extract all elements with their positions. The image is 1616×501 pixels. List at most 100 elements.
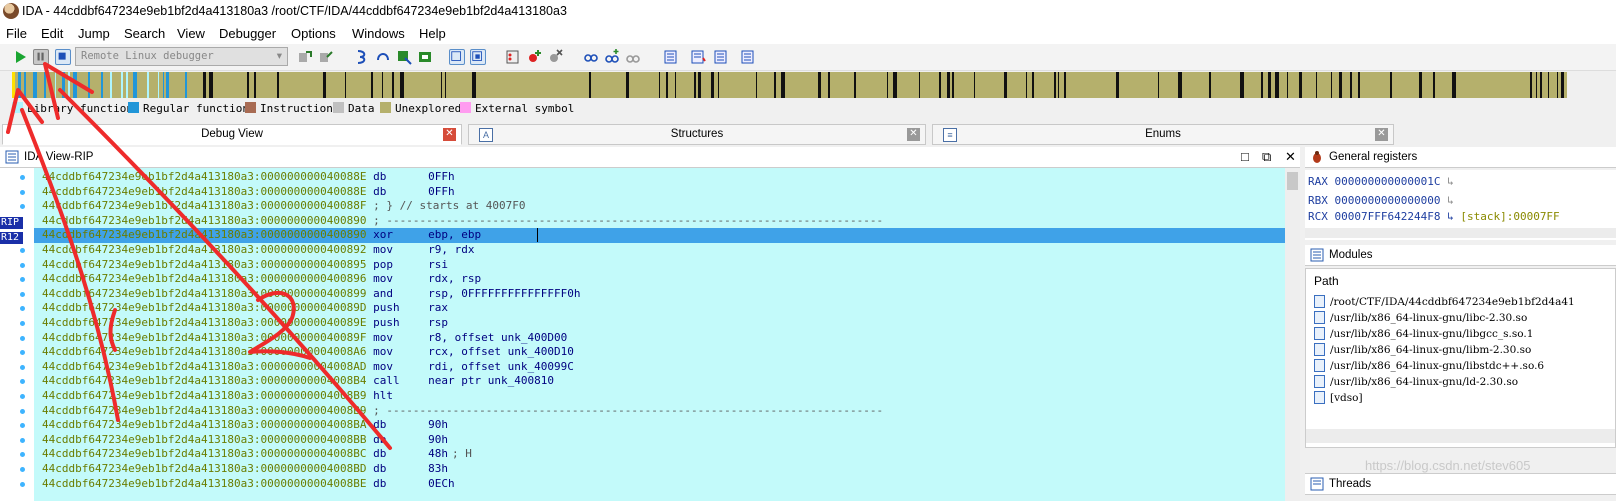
pause-process-icon[interactable] bbox=[33, 49, 49, 65]
breakpoint-dot[interactable] bbox=[20, 175, 25, 180]
disasm-line[interactable]: 44cddbf647234e9eb1bf2d4a413180a3:0000000… bbox=[42, 185, 459, 200]
breakpoint-dot[interactable] bbox=[20, 394, 25, 399]
module-item[interactable]: /usr/lib/x86_64-linux-gnu/libgcc_s.so.1 bbox=[1314, 327, 1533, 340]
watch-view-icon[interactable] bbox=[583, 49, 599, 65]
menu-debugger[interactable]: Debugger bbox=[219, 26, 276, 41]
disasm-line[interactable]: 44cddbf647234e9eb1bf2d4a413180a3:0000000… bbox=[42, 272, 485, 287]
close-icon[interactable]: ✕ bbox=[1285, 149, 1296, 165]
trace-options-icon[interactable] bbox=[740, 49, 756, 65]
delete-watch-icon[interactable] bbox=[625, 49, 641, 65]
disasm-line[interactable]: 44cddbf647234e9eb1bf2d4a413180a3:0000000… bbox=[42, 404, 883, 419]
new-view-icon[interactable] bbox=[470, 49, 486, 65]
add-watch-icon[interactable] bbox=[604, 49, 620, 65]
module-item[interactable]: /root/CTF/IDA/44cddbf647234e9eb1bf2d4a41 bbox=[1314, 295, 1575, 308]
module-item[interactable]: /usr/lib/x86_64-linux-gnu/libm-2.30.so bbox=[1314, 343, 1531, 356]
scrollbar-thumb[interactable] bbox=[1287, 172, 1298, 190]
disasm-line[interactable]: 44cddbf647234e9eb1bf2d4a413180a3:0000000… bbox=[42, 433, 452, 448]
breakpoint-dot[interactable] bbox=[20, 437, 25, 443]
breakpoint-dot[interactable] bbox=[20, 335, 25, 341]
breakpoint-dot[interactable] bbox=[20, 262, 25, 268]
register-rax[interactable]: RAX 000000000000001C ↳ bbox=[1308, 175, 1454, 188]
disasm-line[interactable]: 44cddbf647234e9eb1bf2d4a413180a3:0000000… bbox=[42, 301, 452, 316]
module-item[interactable]: [vdso] bbox=[1314, 391, 1363, 404]
disasm-line[interactable]: 44cddbf647234e9eb1bf2d4a413180a3:0000000… bbox=[42, 199, 525, 214]
close-icon[interactable]: ✕ bbox=[907, 128, 920, 141]
menu-view[interactable]: View bbox=[177, 26, 205, 41]
breakpoint-dot[interactable] bbox=[20, 481, 25, 487]
disasm-line[interactable]: 44cddbf647234e9eb1bf2d4a413180a3:0000000… bbox=[42, 316, 452, 331]
breakpoint-dot[interactable] bbox=[20, 277, 25, 283]
menu-windows[interactable]: Windows bbox=[352, 26, 405, 41]
close-icon[interactable]: ✕ bbox=[1375, 128, 1388, 141]
navigation-band[interactable] bbox=[12, 72, 1567, 98]
function-trace-icon[interactable] bbox=[713, 49, 729, 65]
menu-options[interactable]: Options bbox=[291, 26, 336, 41]
run-until-return-icon[interactable] bbox=[417, 49, 433, 65]
tab-structures[interactable]: A Structures ✕ bbox=[468, 124, 926, 145]
delete-breakpoint-icon[interactable] bbox=[547, 49, 563, 65]
close-icon[interactable]: ✕ bbox=[443, 128, 456, 141]
disasm-line[interactable]: 44cddbf647234e9eb1bf2d4a413180a3:0000000… bbox=[42, 170, 459, 185]
breakpoint-dot[interactable] bbox=[20, 364, 25, 370]
module-item[interactable]: /usr/lib/x86_64-linux-gnu/libstdc++.so.6 bbox=[1314, 359, 1544, 372]
breakpoint-dot[interactable] bbox=[20, 408, 25, 414]
float-icon[interactable]: ⧉ bbox=[1262, 149, 1271, 165]
disasm-line[interactable]: 44cddbf647234e9eb1bf2d4a413180a3:0000000… bbox=[42, 287, 584, 302]
disasm-line[interactable]: 44cddbf647234e9eb1bf2d4a413180a3:0000000… bbox=[42, 214, 883, 229]
vertical-scrollbar[interactable] bbox=[1285, 168, 1300, 501]
tab-enums[interactable]: ≡ Enums ✕ bbox=[932, 124, 1394, 145]
menu-jump[interactable]: Jump bbox=[78, 26, 110, 41]
show-ip-icon[interactable] bbox=[449, 49, 465, 65]
breakpoint-dot[interactable] bbox=[20, 189, 25, 195]
navigation-cursor[interactable] bbox=[12, 72, 15, 98]
disasm-line[interactable]: 44cddbf647234e9eb1bf2d4a413180a3:0000000… bbox=[42, 345, 578, 360]
disasm-line[interactable]: 44cddbf647234e9eb1bf2d4a413180a3:0000000… bbox=[42, 331, 571, 346]
breakpoint-dot[interactable] bbox=[20, 423, 25, 429]
horizontal-scrollbar[interactable] bbox=[1306, 429, 1615, 443]
trace-icon[interactable] bbox=[663, 49, 679, 65]
jump-arrow-icon[interactable]: ↳ bbox=[1447, 194, 1454, 207]
horizontal-scrollbar[interactable] bbox=[1305, 228, 1616, 238]
disasm-line[interactable]: 44cddbf647234e9eb1bf2d4a413180a3:0000000… bbox=[42, 447, 472, 462]
disasm-line[interactable]: 44cddbf647234e9eb1bf2d4a413180a3:0000000… bbox=[42, 389, 393, 404]
run-to-cursor-icon[interactable] bbox=[396, 49, 412, 65]
breakpoint-dot[interactable] bbox=[20, 321, 25, 326]
restore-icon[interactable]: □ bbox=[1241, 149, 1249, 164]
tab-debug-view[interactable]: Debug View ✕ bbox=[2, 124, 462, 145]
breakpoint-list-icon[interactable] bbox=[505, 49, 521, 65]
disassembly-listing[interactable]: 44cddbf647234e9eb1bf2d4a413180a3:0000000… bbox=[34, 168, 1285, 501]
breakpoint-dot[interactable] bbox=[20, 467, 25, 472]
step-over-icon[interactable] bbox=[375, 49, 391, 65]
menu-help[interactable]: Help bbox=[419, 26, 446, 41]
menu-edit[interactable]: Edit bbox=[41, 26, 63, 41]
breakpoint-dot[interactable] bbox=[20, 452, 25, 458]
disasm-line[interactable]: 44cddbf647234e9eb1bf2d4a413180a3:0000000… bbox=[42, 374, 558, 389]
disasm-line[interactable]: 44cddbf647234e9eb1bf2d4a413180a3:0000000… bbox=[42, 258, 452, 273]
breakpoint-dot[interactable] bbox=[20, 291, 25, 297]
jump-arrow-icon[interactable]: ↳ bbox=[1447, 210, 1454, 223]
register-rcx[interactable]: RCX 00007FFF642244F8 ↳ [stack]:00007FF bbox=[1308, 210, 1560, 223]
instruction-trace-icon[interactable] bbox=[690, 49, 706, 65]
breakpoint-dot[interactable] bbox=[20, 204, 25, 210]
debugger-select[interactable]: Remote Linux debugger ▾ bbox=[75, 47, 288, 66]
disasm-line[interactable]: 44cddbf647234e9eb1bf2d4a413180a3:0000000… bbox=[42, 477, 459, 492]
add-breakpoint-icon[interactable] bbox=[526, 49, 542, 65]
attach-process-icon[interactable] bbox=[297, 49, 313, 65]
breakpoint-dot[interactable] bbox=[20, 379, 25, 385]
disasm-line[interactable]: 44cddbf647234e9eb1bf2d4a413180a3:0000000… bbox=[42, 243, 479, 258]
module-item[interactable]: /usr/lib/x86_64-linux-gnu/ld-2.30.so bbox=[1314, 375, 1518, 388]
breakpoint-dot[interactable] bbox=[20, 306, 25, 312]
start-process-icon[interactable] bbox=[12, 49, 28, 65]
breakpoint-dot[interactable] bbox=[20, 350, 25, 356]
path-column-header[interactable]: Path bbox=[1314, 274, 1339, 288]
disasm-line[interactable]: 44cddbf647234e9eb1bf2d4a413180a3:0000000… bbox=[42, 418, 452, 433]
jump-arrow-icon[interactable]: ↳ bbox=[1447, 175, 1454, 188]
disasm-line[interactable]: 44cddbf647234e9eb1bf2d4a413180a3:0000000… bbox=[42, 360, 578, 375]
step-into-icon[interactable] bbox=[354, 49, 370, 65]
disasm-line[interactable]: 44cddbf647234e9eb1bf2d4a413180a3:0000000… bbox=[42, 228, 538, 243]
terminate-process-icon[interactable] bbox=[55, 49, 71, 65]
menu-file[interactable]: File bbox=[6, 26, 27, 41]
detach-process-icon[interactable] bbox=[318, 49, 334, 65]
disasm-line[interactable]: 44cddbf647234e9eb1bf2d4a413180a3:0000000… bbox=[42, 462, 452, 477]
module-item[interactable]: /usr/lib/x86_64-linux-gnu/libc-2.30.so bbox=[1314, 311, 1527, 324]
